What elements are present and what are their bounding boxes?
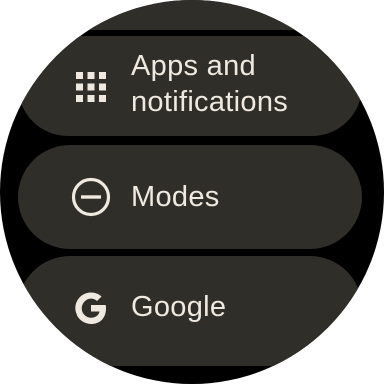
watch-screen: Apps and notifications Modes Google bbox=[0, 0, 384, 384]
label-line-2: notifications bbox=[131, 86, 289, 118]
menu-item-apps-and-notifications[interactable]: Apps and notifications bbox=[18, 36, 362, 136]
menu-item-label: Google bbox=[131, 291, 227, 323]
google-g-icon bbox=[70, 287, 112, 329]
menu-item-google[interactable]: Google bbox=[18, 256, 362, 366]
label-line-1: Apps and bbox=[131, 50, 256, 82]
apps-grid-icon bbox=[70, 66, 112, 108]
previous-list-item[interactable] bbox=[18, 0, 362, 30]
menu-item-label: Apps and notifications bbox=[131, 48, 288, 120]
modes-icon bbox=[70, 176, 112, 218]
menu-item-label: Modes bbox=[131, 181, 220, 213]
menu-item-modes[interactable]: Modes bbox=[18, 145, 362, 249]
